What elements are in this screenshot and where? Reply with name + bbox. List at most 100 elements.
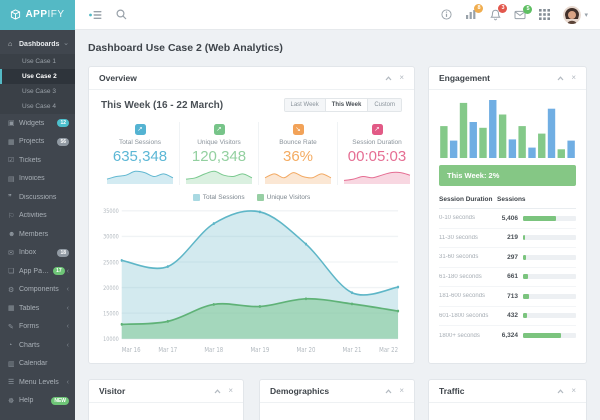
avatar [563, 6, 581, 24]
progress-fill [523, 235, 525, 240]
svg-text:Mar 18: Mar 18 [204, 346, 223, 354]
components-icon: ⚙ [8, 286, 19, 294]
collapse-icon[interactable] [385, 389, 392, 394]
sidebar-item-charts[interactable]: ◔Charts‹ [0, 336, 75, 355]
trend-down-icon: ↘ [293, 124, 304, 135]
sidebar-item-menu-levels[interactable]: ☰Menu Levels‹ [0, 373, 75, 392]
sidebar-nav: ⌂Dashboards⌄Use Case 1Use Case 2Use Case… [0, 30, 75, 420]
engagement-panel-title: Engagement [439, 73, 490, 83]
sessions-visitors-chart: 100001500020000250003000035000Mar 16Mar … [101, 203, 402, 357]
cell-duration: 1800+ seconds [439, 333, 497, 339]
chevron-left-icon: ‹ [67, 305, 69, 312]
sidebar-item-label: Charts [19, 342, 65, 349]
sidebar-item-inbox[interactable]: ✉Inbox18 [0, 244, 75, 263]
sidebar-item-use-case-4[interactable]: Use Case 4 [0, 99, 75, 114]
svg-text:30000: 30000 [103, 234, 119, 241]
sidebar-item-tables[interactable]: ▦Tables‹ [0, 299, 75, 318]
activities-icon: ⚐ [8, 212, 19, 220]
legend-swatch [257, 194, 264, 201]
cell-duration: 181-600 seconds [439, 293, 497, 299]
table-row[interactable]: 181-600 seconds713 [439, 287, 576, 307]
column-header-sessions[interactable]: Sessions [497, 196, 526, 203]
sidebar-item-invoices[interactable]: ▤Invoices [0, 170, 75, 189]
chart-legend: Total Sessions Unique Visitors [101, 194, 402, 201]
progress-fill [523, 255, 526, 260]
brand-logo[interactable]: APPIFY [0, 0, 75, 30]
close-icon[interactable]: × [571, 74, 576, 82]
progress-track [523, 313, 576, 318]
collapse-icon[interactable] [557, 76, 564, 81]
engagement-panel: Engagement × This Week: 2% Session Durat… [428, 66, 587, 364]
close-icon[interactable]: × [571, 387, 576, 395]
svg-text:35000: 35000 [103, 209, 119, 216]
range-button-this-week[interactable]: This Week [326, 99, 369, 111]
sidebar-item-label: Inbox [19, 249, 55, 256]
cell-sessions: 713 [497, 293, 523, 300]
grid-icon[interactable] [539, 9, 550, 20]
sidebar-item-members[interactable]: ☻Members [0, 225, 75, 244]
trend-up-icon: ↗ [135, 124, 146, 135]
sidebar-item-tickets[interactable]: ☑Tickets [0, 151, 75, 170]
sidebar-toggle-icon[interactable] [89, 10, 102, 20]
search-icon[interactable] [116, 9, 127, 20]
user-menu[interactable]: ▾ [563, 6, 588, 24]
table-row[interactable]: 61-180 seconds661 [439, 268, 576, 288]
sidebar-item-help[interactable]: ☸HelpNEW [0, 392, 75, 411]
app-window: APPIFY [0, 0, 600, 420]
cell-duration: 0-10 seconds [439, 215, 497, 221]
sidebar-item-label: Tables [19, 305, 65, 312]
progress-fill [523, 216, 556, 221]
bell-icon[interactable]: 3 [490, 9, 501, 21]
traffic-panel-title: Traffic [439, 386, 465, 396]
sidebar-badge: 17 [53, 267, 65, 275]
svg-text:10000: 10000 [103, 337, 119, 344]
sidebar-item-calendar[interactable]: ▥Calendar [0, 355, 75, 374]
sidebar-item-app-pages[interactable]: ❏App Pages17‹ [0, 262, 75, 281]
sparkline-total-sessions [105, 168, 175, 185]
sidebar-badge: NEW [51, 397, 69, 405]
sidebar-item-activities[interactable]: ⚐Activities [0, 207, 75, 226]
svg-text:Mar 17: Mar 17 [158, 346, 177, 354]
table-row[interactable]: 11-30 seconds219 [439, 229, 576, 249]
main-content: Dashboard Use Case 2 (Web Analytics) Ove… [75, 30, 600, 420]
table-row[interactable]: 1800+ seconds6,324 [439, 326, 576, 346]
range-button-last-week[interactable]: Last Week [285, 99, 326, 111]
range-button-custom[interactable]: Custom [368, 99, 401, 111]
sidebar-item-use-case-1[interactable]: Use Case 1 [0, 54, 75, 69]
sidebar-badge: 18 [57, 249, 69, 257]
collapse-icon[interactable] [385, 76, 392, 81]
cell-duration: 61-180 seconds [439, 274, 497, 280]
table-row[interactable]: 601-1800 seconds432 [439, 307, 576, 327]
week-change-banner: This Week: 2% [439, 165, 576, 186]
table-row[interactable]: 31-60 seconds297 [439, 248, 576, 268]
legend-item-total-sessions[interactable]: Total Sessions [193, 194, 245, 201]
sidebar-item-widgets[interactable]: ▣Widgets12 [0, 114, 75, 133]
progress-track [523, 235, 576, 240]
mail-icon[interactable]: 5 [514, 10, 526, 20]
close-icon[interactable]: × [399, 74, 404, 82]
sidebar-item-components[interactable]: ⚙Components‹ [0, 281, 75, 300]
collapse-icon[interactable] [214, 389, 221, 394]
projects-icon: ▦ [8, 138, 19, 146]
table-row[interactable]: 0-10 seconds5,406 [439, 209, 576, 229]
sidebar-item-discussions[interactable]: ❞Discussions [0, 188, 75, 207]
legend-item-unique-visitors[interactable]: Unique Visitors [257, 194, 311, 201]
sidebar-item-projects[interactable]: ▦Projects56 [0, 133, 75, 152]
sidebar-item-label: Components [19, 286, 65, 293]
close-icon[interactable]: × [228, 387, 233, 395]
traffic-panel: Traffic × [428, 379, 587, 420]
panel-header: Visitor× [89, 380, 243, 403]
sidebar-item-use-case-2[interactable]: Use Case 2 [0, 69, 75, 84]
sidebar-item-use-case-3[interactable]: Use Case 3 [0, 84, 75, 99]
engagement-bar-chart [439, 98, 576, 158]
chevron-left-icon: ‹ [67, 286, 69, 293]
chevron-left-icon: ‹ [67, 268, 69, 275]
collapse-icon[interactable] [557, 389, 564, 394]
sidebar-item-dashboards[interactable]: ⌂Dashboards⌄ [0, 34, 75, 54]
close-icon[interactable]: × [399, 387, 404, 395]
stats-icon[interactable]: 8 [465, 9, 477, 20]
info-icon[interactable] [441, 9, 452, 20]
cell-duration: 31-60 seconds [439, 254, 497, 260]
column-header-duration[interactable]: Session Duration [439, 196, 497, 203]
sidebar-item-forms[interactable]: ✎Forms‹ [0, 318, 75, 337]
